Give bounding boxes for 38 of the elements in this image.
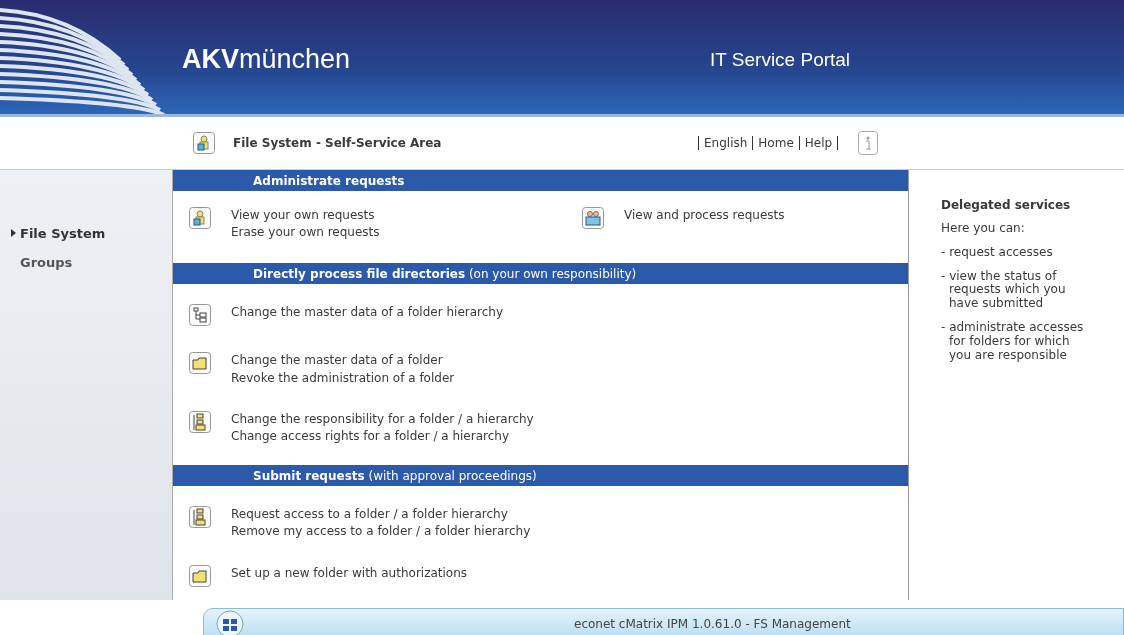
section-header: Administrate requests: [173, 170, 908, 191]
action-link[interactable]: View your own requests: [231, 209, 380, 223]
tree-icon: [189, 304, 211, 327]
info-item: - view the status of requests which you have submitted: [941, 269, 1067, 311]
action-link[interactable]: Change access rights for a folder / a hierarchy: [231, 429, 534, 444]
action-link[interactable]: Request access to a folder / a folder hierarchy: [231, 508, 531, 522]
page-title: File System - Self-Service Area: [233, 136, 443, 150]
action-link[interactable]: View and process requests: [624, 209, 785, 223]
action-link[interactable]: Set up a new folder with authorizations: [231, 566, 468, 580]
nav-link[interactable]: Home: [752, 136, 799, 150]
nav-link[interactable]: English: [698, 136, 753, 150]
action-link[interactable]: Erase your own requests: [231, 226, 380, 240]
action-link[interactable]: Remove my access to a folder / a folder hierarchy: [231, 525, 531, 539]
section-header: Directly process file directories (on your own responsibility): [173, 263, 908, 285]
info-text: Here you can:: [941, 222, 1026, 236]
window-title: econet cMatrix IPM 1.0.61.0 - FS Management: [574, 617, 851, 631]
info-item: - request accesses: [941, 245, 1054, 260]
caret-icon: [11, 229, 16, 237]
folder-icon: [189, 352, 211, 375]
action-link[interactable]: Change the responsibility for a folder / a hierarchy: [231, 412, 534, 426]
hierarchy-icon: [189, 410, 211, 433]
brand-logo: AKVmünchen: [182, 42, 352, 75]
nav-link[interactable]: Help: [798, 136, 838, 150]
user-icon: [193, 132, 215, 154]
section-header: Submit requests (with approval proceedings): [173, 465, 908, 487]
action-link[interactable]: Change the master data of a folder hierarchy: [231, 306, 504, 320]
users-icon: [582, 207, 604, 229]
info-title: Delegated services: [941, 198, 1072, 212]
app-logo-icon[interactable]: [216, 610, 244, 635]
hierarchy-icon: [189, 506, 211, 529]
sidebar-item[interactable]: Groups: [0, 255, 172, 270]
action-link[interactable]: Revoke the administration of a folder: [231, 371, 455, 385]
user-icon: [189, 207, 211, 229]
folder-icon: [189, 564, 211, 587]
info-item: - administrate accesses for folders for which you are responsible: [941, 321, 1085, 363]
portal-title: IT Service Portal: [710, 48, 851, 71]
action-link[interactable]: Change the master data of a folder: [231, 354, 455, 368]
sidebar-item[interactable]: File System: [0, 226, 172, 241]
